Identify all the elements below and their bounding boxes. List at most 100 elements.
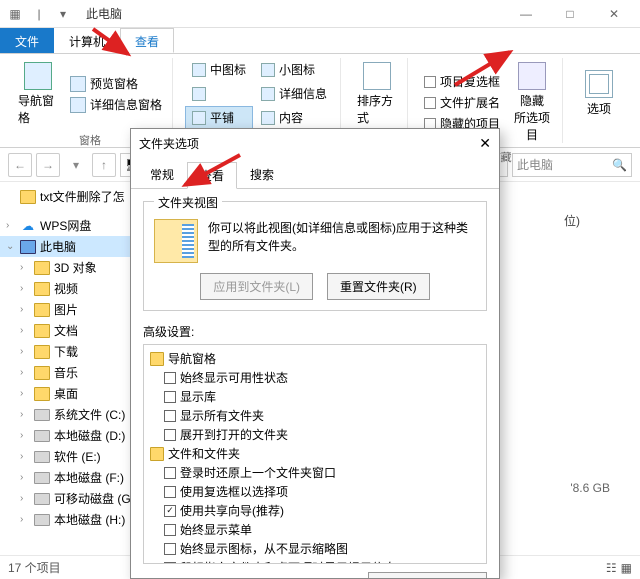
checkbox-icon[interactable]	[164, 543, 176, 555]
nav-tree[interactable]: txt文件删除了怎›☁WPS网盘⌄此电脑›3D 对象›视频›图片›文档›下载›音…	[0, 182, 150, 555]
tree-item[interactable]: ⌄ 此电脑	[0, 236, 149, 257]
tree-item[interactable]: ›本地磁盘 (F:)	[0, 467, 149, 488]
layout-gallery[interactable]: 中图标 小图标 详细信息 平铺 内容	[185, 58, 334, 129]
dialog-tab-view[interactable]: 查看	[187, 162, 237, 189]
search-icon: 🔍	[612, 158, 627, 172]
checkbox-icon[interactable]: ✓	[164, 505, 176, 517]
expand-icon[interactable]: ›	[20, 262, 30, 273]
qat-icon[interactable]: ▦	[4, 3, 26, 25]
adv-checkbox[interactable]: 始终显示菜单	[148, 520, 482, 539]
adv-item-label: 始终显示图标，从不显示缩略图	[180, 540, 348, 557]
advanced-settings-list[interactable]: 导航窗格始终显示可用性状态显示库显示所有文件夹展开到打开的文件夹文件和文件夹登录…	[143, 344, 487, 564]
tree-item[interactable]: ›软件 (E:)	[0, 446, 149, 467]
expand-icon[interactable]: ›	[6, 220, 16, 231]
hide-selected-button[interactable]: 隐藏 所选项目	[508, 58, 556, 147]
adv-item-label: 登录时还原上一个文件夹窗口	[180, 464, 336, 481]
tree-item-label: 文档	[54, 322, 78, 339]
expand-icon[interactable]: ›	[20, 430, 30, 441]
tab-computer[interactable]: 计算机	[54, 28, 120, 53]
expand-icon[interactable]: ›	[20, 472, 30, 483]
tree-item[interactable]: ›桌面	[0, 383, 149, 404]
expand-icon[interactable]: ⌄	[6, 241, 16, 252]
tree-item[interactable]: ›☁WPS网盘	[0, 215, 149, 236]
maximize-button[interactable]: □	[548, 0, 592, 28]
dialog-tab-search[interactable]: 搜索	[237, 161, 287, 188]
adv-checkbox[interactable]: 登录时还原上一个文件夹窗口	[148, 463, 482, 482]
search-box[interactable]: 此电脑🔍	[512, 153, 632, 177]
expand-icon[interactable]: ›	[20, 409, 30, 420]
group-panes-label: 窗格	[79, 130, 101, 148]
expand-icon[interactable]: ›	[20, 493, 30, 504]
adv-checkbox[interactable]: 始终显示可用性状态	[148, 368, 482, 387]
dialog-close-button[interactable]: ✕	[479, 135, 491, 152]
expand-icon[interactable]: ›	[20, 451, 30, 462]
view-mode-details-icon[interactable]: ☷	[606, 561, 617, 575]
nav-pane-button[interactable]: 导航窗格	[14, 58, 62, 130]
tree-item-label: 本地磁盘 (H:)	[54, 511, 125, 528]
expand-icon[interactable]: ›	[20, 304, 30, 315]
reset-folders-button[interactable]: 重置文件夹(R)	[327, 273, 430, 300]
close-button[interactable]: ✕	[592, 0, 636, 28]
adv-checkbox[interactable]: 始终显示图标，从不显示缩略图	[148, 539, 482, 558]
tab-view[interactable]: 查看	[120, 28, 174, 53]
checkbox-icon[interactable]	[164, 467, 176, 479]
disk-icon	[34, 470, 50, 486]
expand-icon[interactable]: ›	[20, 388, 30, 399]
preview-pane-button[interactable]: 预览窗格	[66, 73, 166, 94]
history-dropdown[interactable]: ▾	[64, 153, 88, 177]
expand-icon[interactable]: ›	[20, 325, 30, 336]
adv-group: 导航窗格	[148, 349, 482, 368]
tree-item[interactable]: › 图片	[0, 299, 149, 320]
adv-group: 文件和文件夹	[148, 444, 482, 463]
back-button[interactable]: ←	[8, 153, 32, 177]
checkbox-icon[interactable]	[164, 391, 176, 403]
adv-checkbox[interactable]: ✓使用共享向导(推荐)	[148, 501, 482, 520]
minimize-button[interactable]: —	[504, 0, 548, 28]
checkbox-icon[interactable]	[164, 524, 176, 536]
checkbox-icon[interactable]	[164, 429, 176, 441]
tab-file[interactable]: 文件	[0, 28, 54, 53]
adv-checkbox[interactable]: 显示所有文件夹	[148, 406, 482, 425]
details-pane-button[interactable]: 详细信息窗格	[66, 94, 166, 115]
expand-icon[interactable]: ›	[20, 367, 30, 378]
dialog-title: 文件夹选项	[139, 135, 199, 152]
expand-icon[interactable]: ›	[20, 283, 30, 294]
tree-item[interactable]: › 文档	[0, 320, 149, 341]
adv-checkbox[interactable]: 显示库	[148, 387, 482, 406]
expand-icon[interactable]: ›	[20, 514, 30, 525]
file-extensions-toggle[interactable]: 文件扩展名	[420, 92, 504, 113]
adv-item-label: 展开到打开的文件夹	[180, 426, 288, 443]
adv-checkbox[interactable]: 展开到打开的文件夹	[148, 425, 482, 444]
tree-item-label: 图片	[54, 301, 78, 318]
qat-sep: |	[28, 3, 50, 25]
expand-icon[interactable]: ›	[20, 346, 30, 357]
options-button[interactable]: 选项	[575, 66, 623, 121]
tree-item[interactable]: ›3D 对象	[0, 257, 149, 278]
tree-item[interactable]: ›音乐	[0, 362, 149, 383]
tree-item[interactable]: › 本地磁盘 (H:)	[0, 509, 149, 530]
qat-dropdown[interactable]: ▾	[52, 3, 74, 25]
apply-to-folders-button[interactable]: 应用到文件夹(L)	[200, 273, 313, 300]
restore-defaults-button[interactable]: 还原为默认值(D)	[368, 572, 487, 578]
item-checkboxes-toggle[interactable]: 项目复选框	[420, 71, 504, 92]
adv-item-label: 显示库	[180, 388, 216, 405]
checkbox-icon[interactable]	[164, 486, 176, 498]
tree-item-label: 此电脑	[40, 238, 76, 255]
tree-item[interactable]: ›系统文件 (C:)	[0, 404, 149, 425]
adv-item-label: 始终显示菜单	[180, 521, 252, 538]
tree-item[interactable]: txt文件删除了怎	[0, 186, 149, 207]
checkbox-icon[interactable]	[164, 410, 176, 422]
forward-button[interactable]: →	[36, 153, 60, 177]
tree-item[interactable]: ›可移动磁盘 (G:)	[0, 488, 149, 509]
up-button[interactable]: ↑	[92, 153, 116, 177]
tree-item[interactable]: ›下载	[0, 341, 149, 362]
dialog-tab-general[interactable]: 常规	[137, 161, 187, 188]
adv-checkbox[interactable]: 使用复选框以选择项	[148, 482, 482, 501]
sort-by-button[interactable]: 排序方式	[353, 58, 401, 130]
disk-icon	[34, 512, 50, 528]
tree-item[interactable]: ›视频	[0, 278, 149, 299]
tree-item[interactable]: ›本地磁盘 (D:)	[0, 425, 149, 446]
checkbox-icon[interactable]	[164, 372, 176, 384]
view-mode-large-icon[interactable]: ▦	[621, 561, 632, 575]
adv-item-label: 始终显示可用性状态	[180, 369, 288, 386]
